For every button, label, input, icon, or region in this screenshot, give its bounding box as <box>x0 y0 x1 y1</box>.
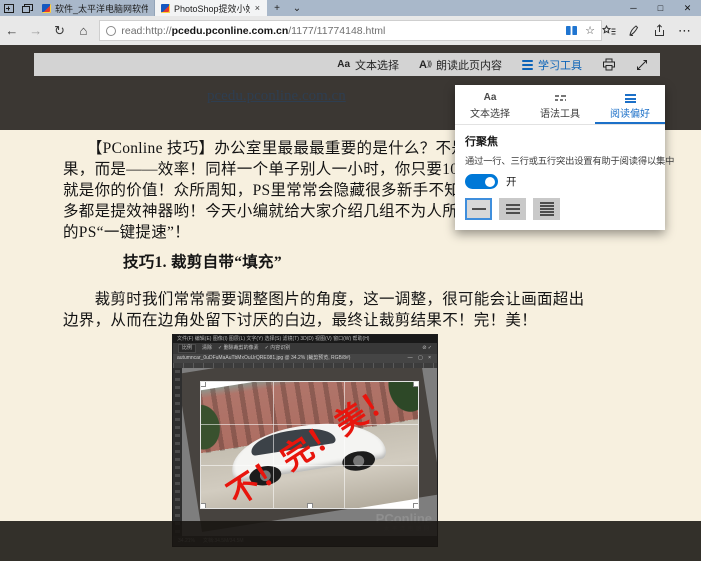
paragraph-line: 裁剪时我们常常需要调整图片的角度，这一调整，很可能会让画面超出 <box>63 287 584 309</box>
focus-five-lines-button[interactable] <box>533 198 560 220</box>
toggle-state-label: 开 <box>506 174 517 189</box>
page-info-icon[interactable] <box>106 26 116 36</box>
reading-preferences-icon <box>595 90 665 103</box>
reading-view-page: Aa 文本选择 A))) 朗读此页内容 学习工具 pcedu.pconline.… <box>0 45 701 561</box>
read-aloud-icon: A))) <box>419 59 431 71</box>
learning-tools-icon <box>522 60 533 70</box>
tab-photoshop-tips[interactable]: PhotoShop提效小妙招！ × <box>155 0 267 16</box>
ps-clear-button: 清除 <box>202 343 212 354</box>
focus-one-line-button[interactable] <box>465 198 492 220</box>
back-icon[interactable]: ← <box>0 23 24 38</box>
paragraph-line: 【PConline 技巧】办公室里最最最重要的是什么？不是结 <box>63 136 483 158</box>
ps-document-tab: autumncar_0uDFuMaAuTbMxOuUrQRE081.jpg @ … <box>173 354 437 363</box>
minimize-button[interactable]: ─ <box>620 0 647 16</box>
line-focus-description: 通过一行、三行或五行突出设置有助于阅读得以集中 <box>465 153 655 167</box>
ps-options-bar: 比例 清除 ✓ 删除裁剪的像素 ✓ 内容识别 ⊘ ✓ <box>173 343 437 354</box>
tab-title: 软件_太平洋电脑网软件资讯 <box>55 2 148 15</box>
set-tabs-aside-icon[interactable] <box>0 0 18 16</box>
crop-preview-box: 不！完！美！ <box>201 382 418 508</box>
article-source-link[interactable]: pcedu.pconline.com.cn <box>207 88 346 105</box>
add-favorite-star-icon[interactable]: ☆ <box>585 24 595 37</box>
share-icon[interactable] <box>653 24 666 37</box>
ps-menu-bar: 文件(F) 编辑(E) 图像(I) 图层(L) 文字(Y) 选择(S) 滤镜(T… <box>173 335 437 343</box>
web-note-pen-icon[interactable] <box>628 24 641 37</box>
ps-tool-column <box>173 368 182 536</box>
article-heading: 技巧1. 裁剪自带“填充” <box>123 250 282 272</box>
url-input[interactable]: read:http://pcedu.pconline.com.cn/1177/1… <box>99 20 602 41</box>
pconline-favicon <box>161 4 170 13</box>
focus-three-lines-button[interactable] <box>499 198 526 220</box>
paragraph-line: 边界，从而在边角处留下讨厌的白边，最终让裁剪结果不！完！美！ <box>63 308 537 330</box>
url-text: read:http://pcedu.pconline.com.cn/1177/1… <box>121 25 560 37</box>
tab-title: PhotoShop提效小妙招！ <box>174 2 250 15</box>
text-options-button[interactable]: Aa 文本选择 <box>337 57 399 73</box>
tab-pconline-software[interactable]: 软件_太平洋电脑网软件资讯 <box>36 0 155 16</box>
read-aloud-button[interactable]: A))) 朗读此页内容 <box>419 57 502 73</box>
grammar-tools-icon <box>525 90 595 103</box>
panel-tab-reading-preferences[interactable]: 阅读偏好 <box>595 85 665 124</box>
ps-ratio-dropdown: 比例 <box>178 344 196 353</box>
pconline-favicon <box>42 4 51 13</box>
text-options-icon: Aa <box>337 59 350 70</box>
favorites-hub-icon[interactable] <box>602 25 616 37</box>
settings-more-icon[interactable]: ⋯ <box>678 23 691 39</box>
learning-tools-panel: Aa 文本选择 语法工具 阅读偏好 行聚焦 通过一 <box>455 85 665 230</box>
address-bar: ← → ↻ ⌂ read:http://pcedu.pconline.com.c… <box>0 16 701 46</box>
line-focus-title: 行聚焦 <box>465 133 655 149</box>
tabs-set-aside-icon[interactable] <box>18 0 36 16</box>
title-bar: 软件_太平洋电脑网软件资讯 PhotoShop提效小妙招！ × + ⌄ ─ □ … <box>0 0 701 16</box>
article-image-photoshop-screenshot: 文件(F) 编辑(E) 图像(I) 图层(L) 文字(Y) 选择(S) 滤镜(T… <box>173 335 437 546</box>
learning-tools-button[interactable]: 学习工具 <box>522 57 582 73</box>
print-button[interactable] <box>602 58 616 71</box>
refresh-icon[interactable]: ↻ <box>48 23 72 39</box>
text-options-icon: Aa <box>455 90 525 103</box>
reading-view-toolbar: Aa 文本选择 A))) 朗读此页内容 学习工具 <box>34 53 660 76</box>
forward-icon[interactable]: → <box>24 23 48 38</box>
close-button[interactable]: ✕ <box>674 0 701 16</box>
line-focus-toggle[interactable] <box>465 174 498 189</box>
ps-checkbox-content-aware: ✓ 内容识别 <box>265 343 291 354</box>
ps-checkbox-delete-pixels: ✓ 删除裁剪的像素 <box>218 343 259 354</box>
paragraph-line: 的PS“一键提速”！ <box>63 220 190 242</box>
new-tab-button[interactable]: + <box>267 0 287 16</box>
ps-options-right-icons: ⊘ ✓ <box>422 343 432 354</box>
tab-preview-chevron-icon[interactable]: ⌄ <box>287 0 307 16</box>
home-icon[interactable]: ⌂ <box>72 23 96 38</box>
line-focus-dim-overlay-bottom <box>0 521 701 561</box>
paragraph-line: 果，而是——效率！同样一个单子别人一小时，你只要10分钟，这 <box>63 157 522 179</box>
panel-tab-grammar-tools[interactable]: 语法工具 <box>525 85 595 124</box>
browser-window: 软件_太平洋电脑网软件资讯 PhotoShop提效小妙招！ × + ⌄ ─ □ … <box>0 0 701 561</box>
panel-tab-text-options[interactable]: Aa 文本选择 <box>455 85 525 124</box>
fullscreen-expand-icon[interactable] <box>636 59 648 71</box>
close-tab-icon[interactable]: × <box>254 3 261 13</box>
maximize-button[interactable]: □ <box>647 0 674 16</box>
reading-view-icon[interactable] <box>565 25 578 36</box>
